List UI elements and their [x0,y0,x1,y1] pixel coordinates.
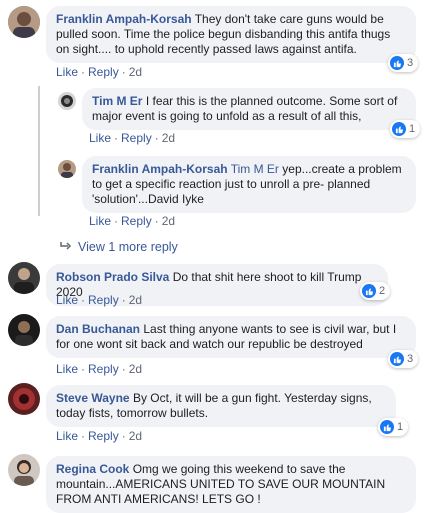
comment-actions: Like · Reply · 2d [56,362,143,376]
view-more-replies-link[interactable]: View 1 more reply [60,240,178,254]
timestamp[interactable]: 2d [162,214,175,228]
comment-author[interactable]: Regina Cook [56,462,129,476]
reaction-count[interactable]: 1 [378,418,409,436]
reply-button[interactable]: Reply [88,65,119,79]
thumbs-up-icon [390,56,404,70]
avatar[interactable] [8,454,40,486]
comment-bubble: Franklin Ampah-Korsah They don't take ca… [46,6,416,63]
comment-author[interactable]: Tim M Er [92,94,142,108]
reply-button[interactable]: Reply [88,362,119,376]
comment-author[interactable]: Dan Buchanan [56,322,140,336]
thumbs-up-icon [362,284,376,298]
avatar[interactable] [8,383,40,415]
reaction-count[interactable]: 3 [388,54,419,72]
comment-actions: Like · Reply · 2d [56,65,143,79]
thumbs-up-icon [380,420,394,434]
reply-button[interactable]: Reply [121,214,152,228]
like-button[interactable]: Like [56,65,78,79]
comment-bubble: Dan Buchanan Last thing anyone wants to … [46,316,416,358]
reaction-count[interactable]: 1 [390,120,421,138]
reply-button[interactable]: Reply [88,429,119,443]
comment-bubble: Regina Cook Omg we going this weekend to… [46,456,416,513]
like-button[interactable]: Like [89,131,111,145]
comment-bubble: Franklin Ampah-Korsah Tim M Er yep...cre… [82,156,416,213]
comment-actions: Like · Reply · 2d [56,293,143,307]
timestamp[interactable]: 2d [162,131,175,145]
comment-author[interactable]: Franklin Ampah-Korsah [56,12,192,26]
reaction-count[interactable]: 3 [388,350,419,368]
thread-line [38,86,40,216]
comment-author[interactable]: Steve Wayne [56,391,130,405]
thumbs-up-icon [390,352,404,366]
timestamp[interactable]: 2d [129,429,142,443]
timestamp[interactable]: 2d [129,65,142,79]
comment-author[interactable]: Franklin Ampah-Korsah [92,162,228,176]
avatar[interactable] [8,6,40,38]
timestamp[interactable]: 2d [129,293,142,307]
timestamp[interactable]: 2d [129,362,142,376]
reply-button[interactable]: Reply [121,131,152,145]
like-button[interactable]: Like [56,293,78,307]
comment-author[interactable]: Robson Prado Silva [56,270,169,284]
reply-button[interactable]: Reply [88,293,119,307]
avatar[interactable] [58,160,76,178]
comment-actions: Like · Reply · 2d [89,214,176,228]
avatar[interactable] [8,314,40,346]
comment-actions: Like · Reply · 2d [89,131,176,145]
avatar[interactable] [8,262,40,294]
reply-arrow-icon [60,240,74,254]
comment-bubble: Steve Wayne By Oct, it will be a gun fig… [46,385,396,427]
like-button[interactable]: Like [56,362,78,376]
mention-link[interactable]: Tim M Er [231,162,279,176]
thumbs-up-icon [392,122,406,136]
comment-bubble: Tim M Er I fear this is the planned outc… [82,88,416,130]
reaction-count[interactable]: 2 [360,282,391,300]
like-button[interactable]: Like [89,214,111,228]
comment-actions: Like · Reply · 2d [56,429,143,443]
like-button[interactable]: Like [56,429,78,443]
avatar[interactable] [58,92,76,110]
